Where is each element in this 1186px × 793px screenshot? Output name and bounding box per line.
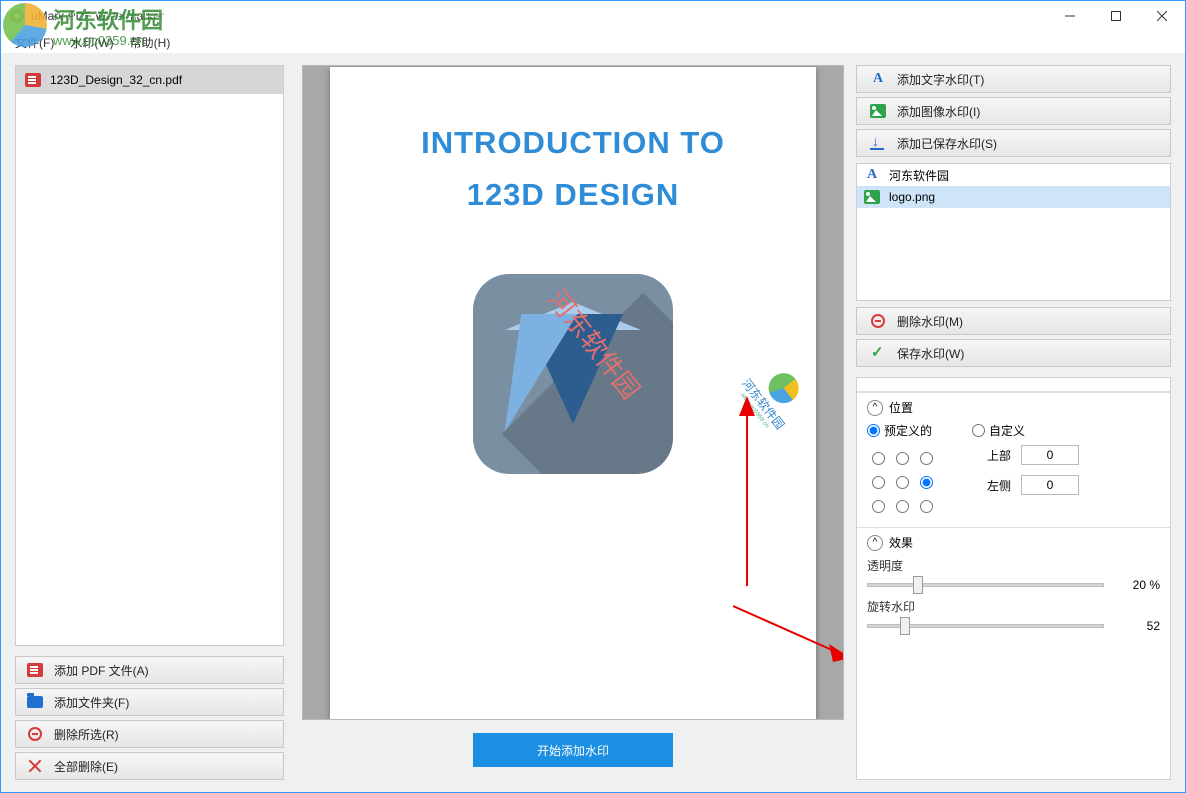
save-watermark-button[interactable]: 保存水印(W) — [856, 339, 1171, 367]
menu-file[interactable]: 文件(F) — [7, 32, 62, 53]
window-title: uMark PDF Watermarker — [31, 9, 164, 23]
pdf-icon — [24, 71, 42, 89]
opacity-slider[interactable] — [867, 576, 1104, 594]
delete-watermark-button[interactable]: 删除水印(M) — [856, 307, 1171, 335]
bottom-bar: 开始添加水印 — [302, 720, 844, 780]
add-image-label: 添加图像水印(I) — [897, 103, 980, 120]
delete-selected-button[interactable]: 删除所选(R) — [15, 720, 284, 748]
delete-icon — [26, 725, 44, 743]
position-section: ^ 位置 预定义的 自定义 上部 — [857, 392, 1170, 527]
check-icon — [869, 344, 887, 362]
add-text-watermark-button[interactable]: A 添加文字水印(T) — [856, 65, 1171, 93]
pos-top-input[interactable] — [1021, 445, 1079, 465]
add-pdf-label: 添加 PDF 文件(A) — [54, 662, 149, 679]
pos-left-label: 左侧 — [987, 477, 1011, 494]
add-saved-watermark-button[interactable]: 添加已保存水印(S) — [856, 129, 1171, 157]
preview-area[interactable]: INTRODUCTION TO 123D DESIGN 河东软件园 河东软件园 … — [302, 65, 844, 720]
workspace: 123D_Design_32_cn.pdf 添加 PDF 文件(A) 添加文件夹… — [1, 53, 1185, 792]
window-controls — [1047, 1, 1185, 31]
position-grid[interactable] — [867, 447, 937, 517]
rotate-slider[interactable] — [867, 617, 1104, 635]
list-item[interactable]: A 河东软件园 — [857, 164, 1170, 186]
position-title: 位置 — [889, 399, 913, 416]
rotate-value: 52 — [1118, 619, 1160, 633]
predefined-radio[interactable]: 预定义的 — [867, 422, 932, 439]
custom-radio[interactable]: 自定义 — [972, 422, 1025, 439]
folder-icon — [26, 693, 44, 711]
chevron-up-icon[interactable]: ^ — [867, 535, 883, 551]
close-icon — [26, 757, 44, 775]
watermark-list[interactable]: A 河东软件园 logo.png — [856, 163, 1171, 301]
titlebar: uMark PDF Watermarker — [1, 1, 1185, 31]
opacity-label: 透明度 — [867, 557, 1160, 574]
settings-panel[interactable]: ^ 位置 预定义的 自定义 上部 — [856, 377, 1171, 780]
delete-icon — [869, 312, 887, 330]
pos-left-input[interactable] — [1021, 475, 1079, 495]
chevron-up-icon[interactable]: ^ — [867, 400, 883, 416]
rotate-label: 旋转水印 — [867, 598, 1160, 615]
download-icon — [869, 134, 887, 152]
effects-title: 效果 — [889, 534, 913, 551]
center-panel: INTRODUCTION TO 123D DESIGN 河东软件园 河东软件园 … — [296, 53, 850, 792]
menu-watermark[interactable]: 水印(W) — [62, 32, 121, 53]
pos-top-label: 上部 — [987, 447, 1011, 464]
start-watermark-button[interactable]: 开始添加水印 — [473, 733, 673, 767]
file-item[interactable]: 123D_Design_32_cn.pdf — [16, 66, 283, 94]
effects-section: ^ 效果 透明度 20 % 旋转水印 52 — [857, 527, 1170, 645]
add-image-watermark-button[interactable]: 添加图像水印(I) — [856, 97, 1171, 125]
minimize-button[interactable] — [1047, 1, 1093, 31]
image-icon — [869, 102, 887, 120]
wm-item-label: 河东软件园 — [889, 167, 949, 184]
wm-item-label: logo.png — [889, 190, 935, 204]
pdf-icon — [26, 661, 44, 679]
close-button[interactable] — [1139, 1, 1185, 31]
left-panel: 123D_Design_32_cn.pdf 添加 PDF 文件(A) 添加文件夹… — [1, 53, 296, 792]
add-text-label: 添加文字水印(T) — [897, 71, 984, 88]
add-pdf-button[interactable]: 添加 PDF 文件(A) — [15, 656, 284, 684]
file-name: 123D_Design_32_cn.pdf — [50, 73, 182, 87]
menubar: 文件(F) 水印(W) 帮助(H) — [1, 31, 1185, 53]
delete-all-button[interactable]: 全部删除(E) — [15, 752, 284, 780]
image-icon — [863, 188, 881, 206]
watermark-image-preview: 河东软件园 www.pc0359.cn — [727, 354, 814, 441]
opacity-value: 20 % — [1118, 578, 1160, 592]
maximize-button[interactable] — [1093, 1, 1139, 31]
add-folder-button[interactable]: 添加文件夹(F) — [15, 688, 284, 716]
add-saved-label: 添加已保存水印(S) — [897, 135, 997, 152]
list-item[interactable]: logo.png — [857, 186, 1170, 208]
delete-all-label: 全部删除(E) — [54, 758, 118, 775]
pdf-page-preview: INTRODUCTION TO 123D DESIGN 河东软件园 河东软件园 … — [330, 67, 816, 719]
start-watermark-label: 开始添加水印 — [537, 742, 609, 759]
menu-help[interactable]: 帮助(H) — [122, 32, 179, 53]
save-watermark-label: 保存水印(W) — [897, 345, 964, 362]
delete-selected-label: 删除所选(R) — [54, 726, 119, 743]
text-a-icon: A — [869, 70, 887, 88]
right-panel: A 添加文字水印(T) 添加图像水印(I) 添加已保存水印(S) A 河东软件园… — [850, 53, 1185, 792]
add-folder-label: 添加文件夹(F) — [54, 694, 129, 711]
text-a-icon: A — [863, 166, 881, 184]
page-heading-2: 123D DESIGN — [360, 169, 786, 222]
delete-watermark-label: 删除水印(M) — [897, 313, 963, 330]
app-icon — [9, 8, 25, 24]
file-list[interactable]: 123D_Design_32_cn.pdf — [15, 65, 284, 646]
page-heading-1: INTRODUCTION TO — [360, 117, 786, 170]
